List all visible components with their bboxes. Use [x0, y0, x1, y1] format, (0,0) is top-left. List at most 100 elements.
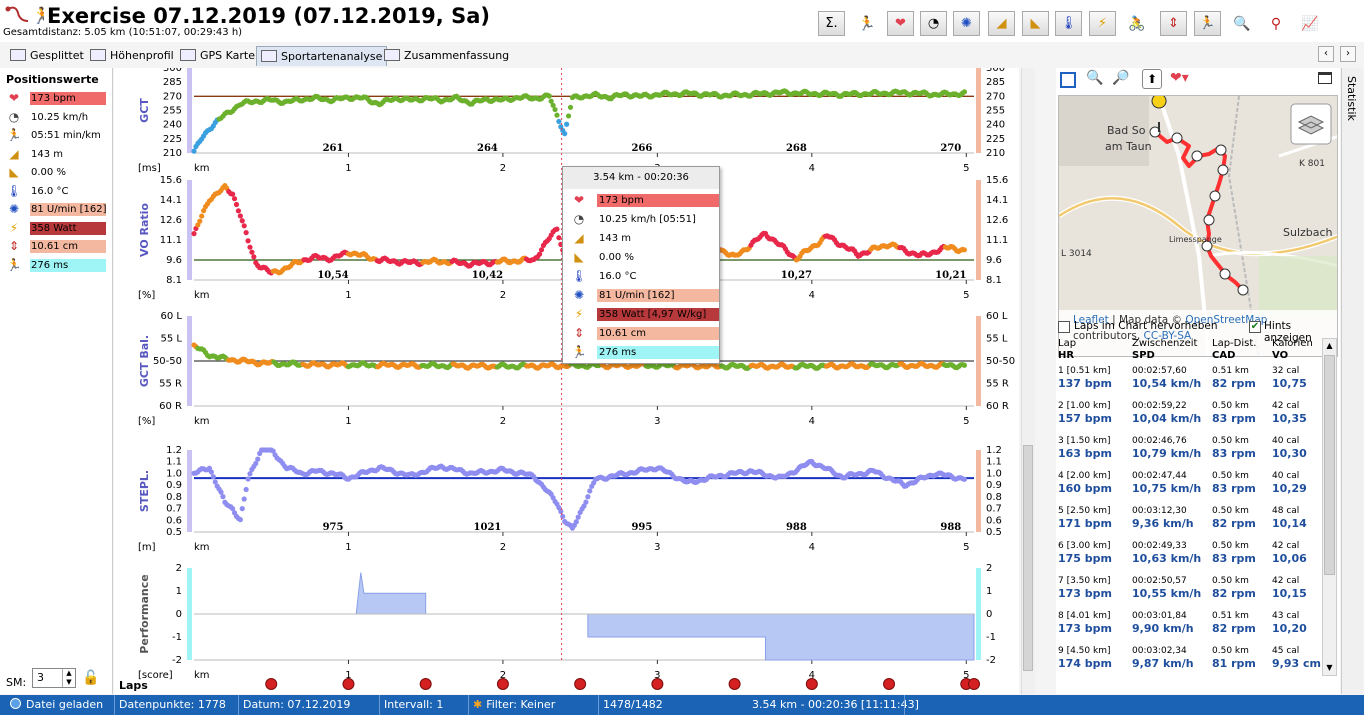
zoom-out-icon[interactable]: 🔎 [1112, 70, 1129, 86]
heart-dropdown-icon[interactable]: ❤▾ [1170, 70, 1189, 86]
temperature-button[interactable]: 🌡 [1055, 11, 1082, 36]
lap-marker-icon[interactable] [883, 678, 896, 690]
slope-icon: ◣ [574, 250, 584, 264]
lap-marker-icon[interactable] [265, 678, 278, 690]
lap-cad: 83 rpm [1212, 412, 1256, 425]
fit-bounds-icon[interactable] [1060, 72, 1076, 88]
y-tick-label: 50-50 [153, 356, 182, 367]
lap-cad: 82 rpm [1212, 622, 1256, 635]
laps-scrollbar-thumb[interactable] [1324, 355, 1335, 575]
up-arrow-button[interactable]: ⬆ [1142, 69, 1162, 89]
hints-checkbox[interactable]: ✔ [1249, 321, 1261, 333]
stepper-arrows-icon[interactable]: ▲ ▼ [62, 669, 75, 687]
cadence-button[interactable]: ✺ [953, 11, 980, 36]
lap-row[interactable]: 4 [2.00 km] 00:02:47,44 0.50 km 40 cal 160 b… [1056, 471, 1326, 506]
lap-row[interactable]: 5 [2.50 km] 00:03:12,30 0.50 km 48 cal 171 b… [1056, 506, 1326, 541]
tab-hoehenprofil[interactable]: Höhenprofil [86, 46, 178, 66]
chart-panel-3[interactable]: 1.2 1.21.1 1.11.0 1.00.9 0.90.8 0.80.7 0.70.6 0… [138, 445, 1002, 553]
lap-vo: 10,30 [1272, 447, 1307, 460]
vertical-oscillation-button[interactable]: ⇕ [1160, 11, 1187, 36]
position-value: 0.00 % [31, 167, 66, 178]
summary-button[interactable]: Σ. [818, 11, 845, 36]
speed-button[interactable]: ◔ [920, 11, 947, 36]
data-point [208, 469, 214, 475]
y-tick-label: 15.6 [986, 175, 1008, 186]
tab-gesplittet[interactable]: Gesplittet [6, 46, 88, 66]
lap-row[interactable]: 8 [4.01 km] 00:03:01,84 0.51 km 43 cal 173 b… [1056, 611, 1326, 646]
laps-scrollbar[interactable]: ▲ ▼ [1322, 338, 1337, 676]
y-tick-label: 0.9 [986, 480, 1002, 491]
search-icon[interactable]: 🔍 [1230, 11, 1254, 36]
zoom-in-icon[interactable]: 🔍 [1086, 70, 1103, 86]
next-arrow-button[interactable]: › [1340, 46, 1356, 62]
lap-dist: 0.50 km [1212, 576, 1249, 586]
chart-menu-icon[interactable]: 📈 [1298, 11, 1322, 36]
y-tick-label: 11.1 [160, 235, 182, 246]
tab-sportartenanalyse[interactable]: Sportartenanalyse [256, 46, 388, 66]
lap-row[interactable]: 9 [4.50 km] 00:03:02,34 0.50 km 45 cal 174 b… [1056, 646, 1326, 681]
gct-button[interactable]: 🏃 [1194, 11, 1221, 36]
runner-icon[interactable]: 🏃 [855, 11, 879, 36]
lap-cal: 40 cal [1272, 436, 1300, 446]
heart-rate-button[interactable]: ❤ [887, 11, 914, 36]
y-tick-label: 240 [986, 120, 1005, 131]
tab-gps-karte[interactable]: GPS Karte [176, 46, 259, 66]
pace-icon: 🏃 [6, 128, 22, 142]
lock-icon[interactable]: 🔓 [82, 670, 99, 686]
tooltip-value: 10.61 cm [597, 327, 719, 340]
x-tick-label: 4 [809, 290, 815, 301]
data-point [235, 208, 242, 214]
lap-row[interactable]: 2 [1.00 km] 00:02:59,22 0.50 km 42 cal 157 b… [1056, 401, 1326, 436]
y-unit-label: [m] [138, 542, 156, 553]
scroll-down-icon[interactable]: ▼ [1323, 661, 1336, 675]
data-point [241, 223, 247, 229]
network-icon[interactable]: ⚲ [1264, 11, 1288, 36]
y-tick-label: -2 [172, 655, 182, 666]
gps-map[interactable]: Bad So am Taun K 801 Limesspange Sulzbac… [1058, 95, 1338, 357]
laps-markers[interactable] [265, 678, 980, 690]
data-point [230, 191, 236, 197]
svg-text:🏃: 🏃 [32, 6, 44, 25]
chart-panel-0[interactable]: 300 300 285 285 270 270 255 255 240 240 225 225 210 2… [138, 68, 1005, 174]
lap-spd: 10,54 km/h [1132, 377, 1202, 390]
data-point [554, 226, 560, 232]
map-label-bad-soden: Bad So [1107, 124, 1146, 137]
lap-split: 00:02:57,60 [1132, 366, 1187, 376]
maximize-icon[interactable] [1318, 72, 1332, 84]
lap-row[interactable]: 7 [3.50 km] 00:02:50,57 0.50 km 42 cal 173 b… [1056, 576, 1326, 611]
tab-zusammenfassung[interactable]: Zusammenfassung [380, 46, 513, 66]
slope-button[interactable]: ◣ [1022, 11, 1049, 36]
position-value: 143 m [31, 148, 64, 160]
laps-highlight-checkbox[interactable] [1058, 321, 1070, 333]
chart-panel-4[interactable]: 2 21 10 0-1 -1-2 -2Performance[score] km 1 2 3 4 5 [138, 563, 996, 681]
analysis-charts[interactable]: 300 300285 285270 270255 255240 240225 225210 2… [114, 68, 1019, 694]
statistik-side-tab[interactable]: Statistik [1341, 68, 1363, 694]
x-tick-label: 5 [963, 416, 969, 427]
y-tick-label: 300 [986, 68, 1005, 74]
prev-arrow-button[interactable]: ‹ [1318, 46, 1334, 62]
scroll-up-icon[interactable]: ▲ [1323, 339, 1336, 353]
data-point [961, 476, 968, 482]
lap-dist: 0.51 km [1212, 366, 1249, 376]
lap-row[interactable]: 6 [3.00 km] 00:02:49,33 0.50 km 42 cal 175 b… [1056, 541, 1326, 576]
cycling-icon[interactable]: 🚴 [1125, 11, 1149, 36]
status-filter[interactable]: ✱ Filter: Keiner [468, 695, 555, 715]
gct-icon: 🏃 [6, 257, 22, 272]
power-button[interactable]: ⚡ [1089, 11, 1116, 36]
charts-scrollbar-thumb[interactable] [1023, 445, 1033, 671]
lap-marker-icon[interactable] [728, 678, 741, 690]
lap-row[interactable]: 3 [1.50 km] 00:02:46,76 0.50 km 40 cal 163 b… [1056, 436, 1326, 471]
lap-value-label: 261 [323, 143, 344, 154]
lap-marker-icon[interactable] [805, 678, 818, 690]
lap-row[interactable]: 1 [0.51 km] 00:02:57,60 0.51 km 32 cal 137 b… [1056, 366, 1326, 401]
altitude-button[interactable]: ◢ [988, 11, 1015, 36]
lap-marker-icon[interactable] [968, 678, 980, 690]
position-value: 276 ms [30, 258, 106, 272]
y-tick-label: 1.0 [166, 468, 182, 479]
lap-marker-icon[interactable] [419, 678, 432, 690]
lap-marker-icon[interactable] [651, 678, 664, 690]
lap-marker-icon[interactable] [574, 678, 587, 690]
lap-marker-icon[interactable] [342, 678, 355, 690]
y-tick-label: 300 [163, 68, 182, 74]
lap-marker-icon[interactable] [496, 678, 509, 690]
